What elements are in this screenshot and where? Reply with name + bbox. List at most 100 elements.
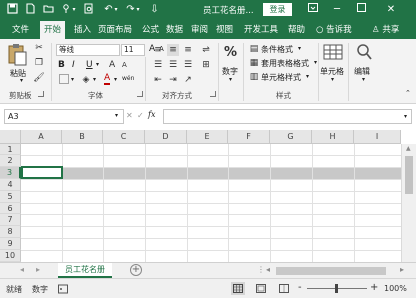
print-preview-icon[interactable]: [82, 3, 95, 16]
add-sheet-button[interactable]: +: [130, 264, 142, 276]
page-break-view-icon[interactable]: [279, 284, 289, 295]
tab-view[interactable]: 视图: [212, 23, 237, 39]
wrap-text-icon[interactable]: ⇌: [200, 44, 212, 56]
conditional-dropdown-icon[interactable]: ▾: [298, 45, 301, 52]
align-top-icon[interactable]: ≡: [152, 44, 164, 56]
tell-me-search[interactable]: ○ 告诉我: [312, 23, 356, 39]
font-name-combo[interactable]: 等线: [56, 44, 120, 56]
vertical-scrollbar[interactable]: ▲: [401, 144, 416, 262]
row-header[interactable]: 2: [0, 155, 21, 167]
align-left-icon[interactable]: ☰: [152, 59, 164, 71]
decrease-indent-icon[interactable]: ⇤: [152, 74, 164, 86]
font-shrink-alt-button[interactable]: A: [122, 61, 127, 69]
login-button[interactable]: 登录: [263, 3, 292, 16]
font-size-combo[interactable]: 11: [121, 44, 145, 56]
orientation-icon[interactable]: ↗: [182, 74, 194, 86]
tab-formulas[interactable]: 公式: [138, 23, 163, 39]
column-header[interactable]: I: [354, 130, 401, 144]
row-header[interactable]: 6: [0, 203, 21, 214]
merge-center-icon[interactable]: ⊞: [200, 59, 212, 71]
font-color-dropdown-icon[interactable]: ▾: [114, 76, 117, 83]
scroll-thumb[interactable]: [405, 156, 413, 194]
column-header[interactable]: C: [103, 130, 145, 144]
column-header[interactable]: H: [312, 130, 354, 144]
collapse-ribbon-icon[interactable]: ⌃: [405, 89, 411, 97]
bold-button[interactable]: B: [58, 60, 65, 70]
tab-split-icon[interactable]: ⋮: [257, 265, 265, 274]
font-expander-icon[interactable]: [137, 91, 143, 97]
increase-indent-icon[interactable]: ⇥: [167, 74, 179, 86]
number-dropdown-icon[interactable]: ▾: [229, 76, 232, 83]
format-as-table-button[interactable]: 套用表格格式: [261, 58, 309, 69]
borders-dropdown-icon[interactable]: ▾: [71, 76, 74, 83]
fill-dropdown-icon[interactable]: ▾: [93, 76, 96, 83]
open-folder-icon[interactable]: [42, 3, 55, 16]
row-header[interactable]: 9: [0, 238, 21, 250]
minimize-icon[interactable]: ─: [326, 0, 348, 19]
name-box-dropdown-icon[interactable]: ▾: [115, 112, 118, 119]
maximize-icon[interactable]: [350, 0, 372, 19]
new-file-icon[interactable]: [24, 3, 37, 16]
paste-dropdown-icon[interactable]: ▾: [20, 77, 23, 84]
column-header[interactable]: F: [228, 130, 270, 144]
tab-developer[interactable]: 开发工具: [240, 23, 282, 39]
clipboard-expander-icon[interactable]: [38, 91, 44, 97]
phonetic-button[interactable]: wén: [122, 75, 134, 82]
cut-icon[interactable]: ✂: [33, 42, 45, 54]
borders-icon[interactable]: [58, 74, 70, 86]
page-layout-view-icon[interactable]: [256, 284, 266, 295]
column-header[interactable]: A: [21, 130, 62, 144]
zoom-level[interactable]: 100%: [384, 284, 407, 293]
zoom-out-button[interactable]: -: [298, 282, 302, 293]
horizontal-scrollbar[interactable]: [276, 267, 386, 275]
tab-help[interactable]: 帮助: [284, 23, 309, 39]
alignment-expander-icon[interactable]: [210, 91, 216, 97]
h-scroll-right-icon[interactable]: ▸: [400, 265, 404, 274]
paste-label[interactable]: 粘贴: [10, 68, 26, 79]
tab-review[interactable]: 审阅: [187, 23, 212, 39]
tab-file[interactable]: 文件: [8, 23, 33, 39]
sheet-tab-active[interactable]: 员工花名册: [58, 263, 112, 278]
tab-home[interactable]: 开始: [40, 21, 66, 39]
select-all-corner[interactable]: [0, 130, 21, 144]
insert-function-icon[interactable]: fx: [148, 110, 155, 119]
enter-icon[interactable]: ✓: [137, 111, 144, 120]
zoom-in-button[interactable]: +: [370, 282, 378, 293]
tab-data[interactable]: 数据: [162, 23, 187, 39]
font-color-button[interactable]: A: [104, 74, 111, 85]
active-cell-A3[interactable]: [21, 166, 63, 179]
tab-page-layout[interactable]: 页面布局: [94, 23, 136, 39]
editing-dropdown-icon[interactable]: ▾: [362, 76, 365, 83]
cell-styles-dropdown-icon[interactable]: ▾: [306, 73, 309, 80]
column-header[interactable]: D: [145, 130, 187, 144]
conditional-format-button[interactable]: 条件格式: [261, 44, 293, 55]
cancel-icon[interactable]: ✕: [126, 111, 133, 120]
prev-sheet-icon[interactable]: ◂: [20, 265, 24, 274]
scroll-up-icon[interactable]: ▲: [406, 145, 411, 152]
column-header[interactable]: E: [187, 130, 228, 144]
fill-color-icon[interactable]: ◈: [80, 74, 92, 86]
row-header[interactable]: 5: [0, 191, 21, 203]
format-painter-icon[interactable]: 🖌: [33, 72, 45, 84]
h-scroll-left-icon[interactable]: ◂: [266, 265, 270, 274]
close-icon[interactable]: ✕: [380, 0, 402, 19]
save-icon[interactable]: [6, 3, 19, 16]
row-header[interactable]: 10: [0, 250, 21, 262]
row-header[interactable]: 4: [0, 179, 21, 191]
cell-styles-button[interactable]: 单元格样式: [261, 72, 301, 83]
row-header[interactable]: 1: [0, 144, 21, 155]
align-right-icon[interactable]: ☰: [182, 59, 194, 71]
table-dropdown-icon[interactable]: ▾: [314, 59, 317, 66]
paste-button[interactable]: [6, 43, 28, 67]
column-header[interactable]: G: [270, 130, 312, 144]
ribbon-display-icon[interactable]: [302, 0, 324, 19]
row-header[interactable]: 8: [0, 226, 21, 238]
dropdown-icon[interactable]: ▾: [70, 3, 78, 16]
customize-toolbar-icon[interactable]: ⇩: [148, 3, 161, 16]
underline-dropdown-icon[interactable]: ▾: [96, 61, 99, 68]
formula-input[interactable]: [163, 109, 412, 124]
expand-formula-bar-icon[interactable]: ▾: [404, 113, 407, 120]
underline-button[interactable]: U: [86, 60, 93, 70]
zoom-slider-thumb[interactable]: [335, 284, 338, 293]
column-header[interactable]: B: [62, 130, 103, 144]
